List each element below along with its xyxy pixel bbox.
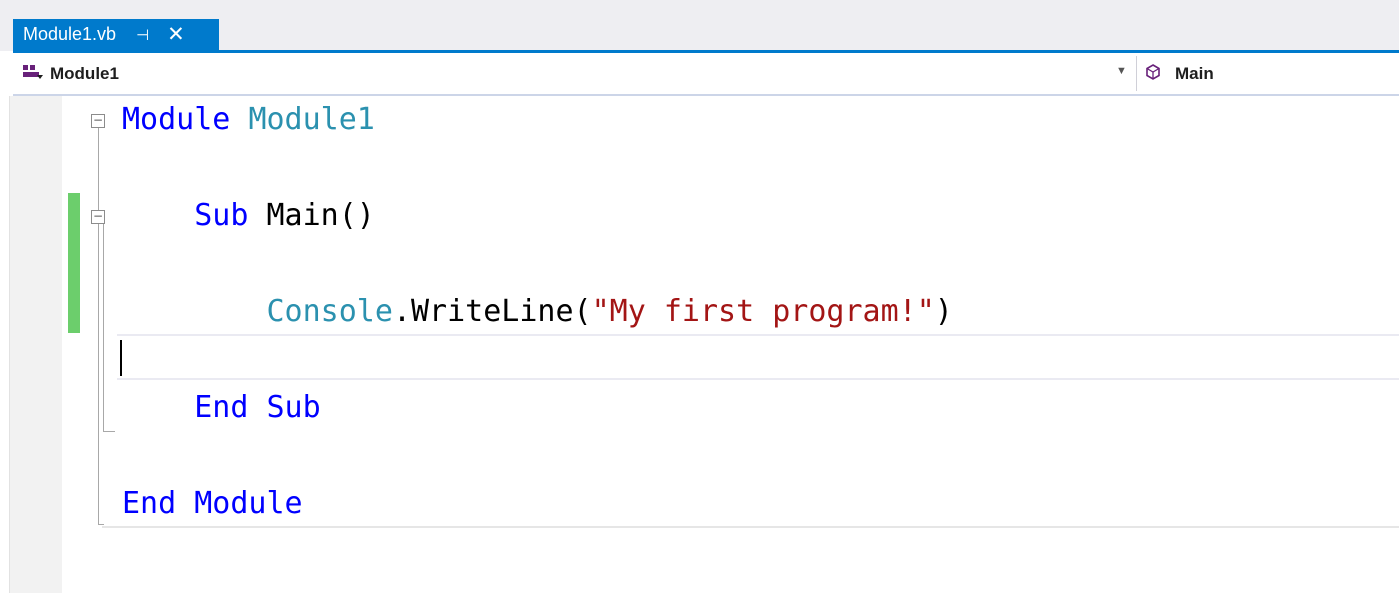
- code-token-type: Module1: [248, 102, 375, 137]
- tab-module1-vb[interactable]: Module1.vb ⊣ ✕: [13, 19, 219, 50]
- member-dropdown[interactable]: Main: [1145, 53, 1214, 94]
- code-token-kw: End Sub: [194, 390, 321, 425]
- member-dropdown-label: Main: [1175, 63, 1214, 83]
- code-token-plain: ): [934, 294, 953, 329]
- pin-icon[interactable]: ⊣: [136, 26, 149, 44]
- navigation-bar: Module1 ▼ Main: [13, 53, 1399, 96]
- code-token-plain: .WriteLine(: [392, 294, 592, 329]
- code-editor[interactable]: − − Module Module1 Sub Main() Console.Wr…: [0, 96, 1399, 593]
- indicator-margin: [9, 96, 62, 593]
- type-dropdown-label: Module1: [50, 63, 119, 83]
- change-tracking-bar: [68, 193, 80, 333]
- code-token-kw: Sub: [194, 198, 249, 233]
- code-token-kw: End Module: [122, 486, 303, 521]
- text-caret: [120, 340, 122, 376]
- navbar-divider: [1136, 56, 1137, 91]
- chevron-down-icon[interactable]: ▼: [1116, 65, 1127, 77]
- type-dropdown[interactable]: Module1: [13, 53, 1135, 94]
- outline-end-sub: [103, 431, 115, 432]
- method-icon: [1145, 63, 1161, 84]
- code-line: Sub Main(): [122, 192, 375, 240]
- code-line: End Module: [122, 480, 303, 528]
- code-line: End Sub: [122, 384, 321, 432]
- collapse-module-icon[interactable]: −: [91, 114, 105, 128]
- tab-title: Module1.vb: [23, 24, 117, 44]
- code-line: Console.WriteLine("My first program!"): [122, 288, 953, 336]
- current-line-highlight: [117, 334, 1399, 380]
- code-token-str: "My first program!": [591, 294, 935, 329]
- close-icon[interactable]: ✕: [167, 22, 185, 47]
- code-token-kw: Module: [122, 102, 231, 137]
- outline-line-module: [98, 128, 99, 524]
- outline-line-sub: [103, 224, 104, 432]
- code-token-type: Console: [266, 294, 393, 329]
- code-token-plain: Main(): [248, 198, 375, 233]
- module-icon: [22, 64, 44, 84]
- code-line: Module Module1: [122, 96, 375, 144]
- collapse-sub-icon[interactable]: −: [91, 210, 105, 224]
- outline-end-module: [98, 524, 104, 525]
